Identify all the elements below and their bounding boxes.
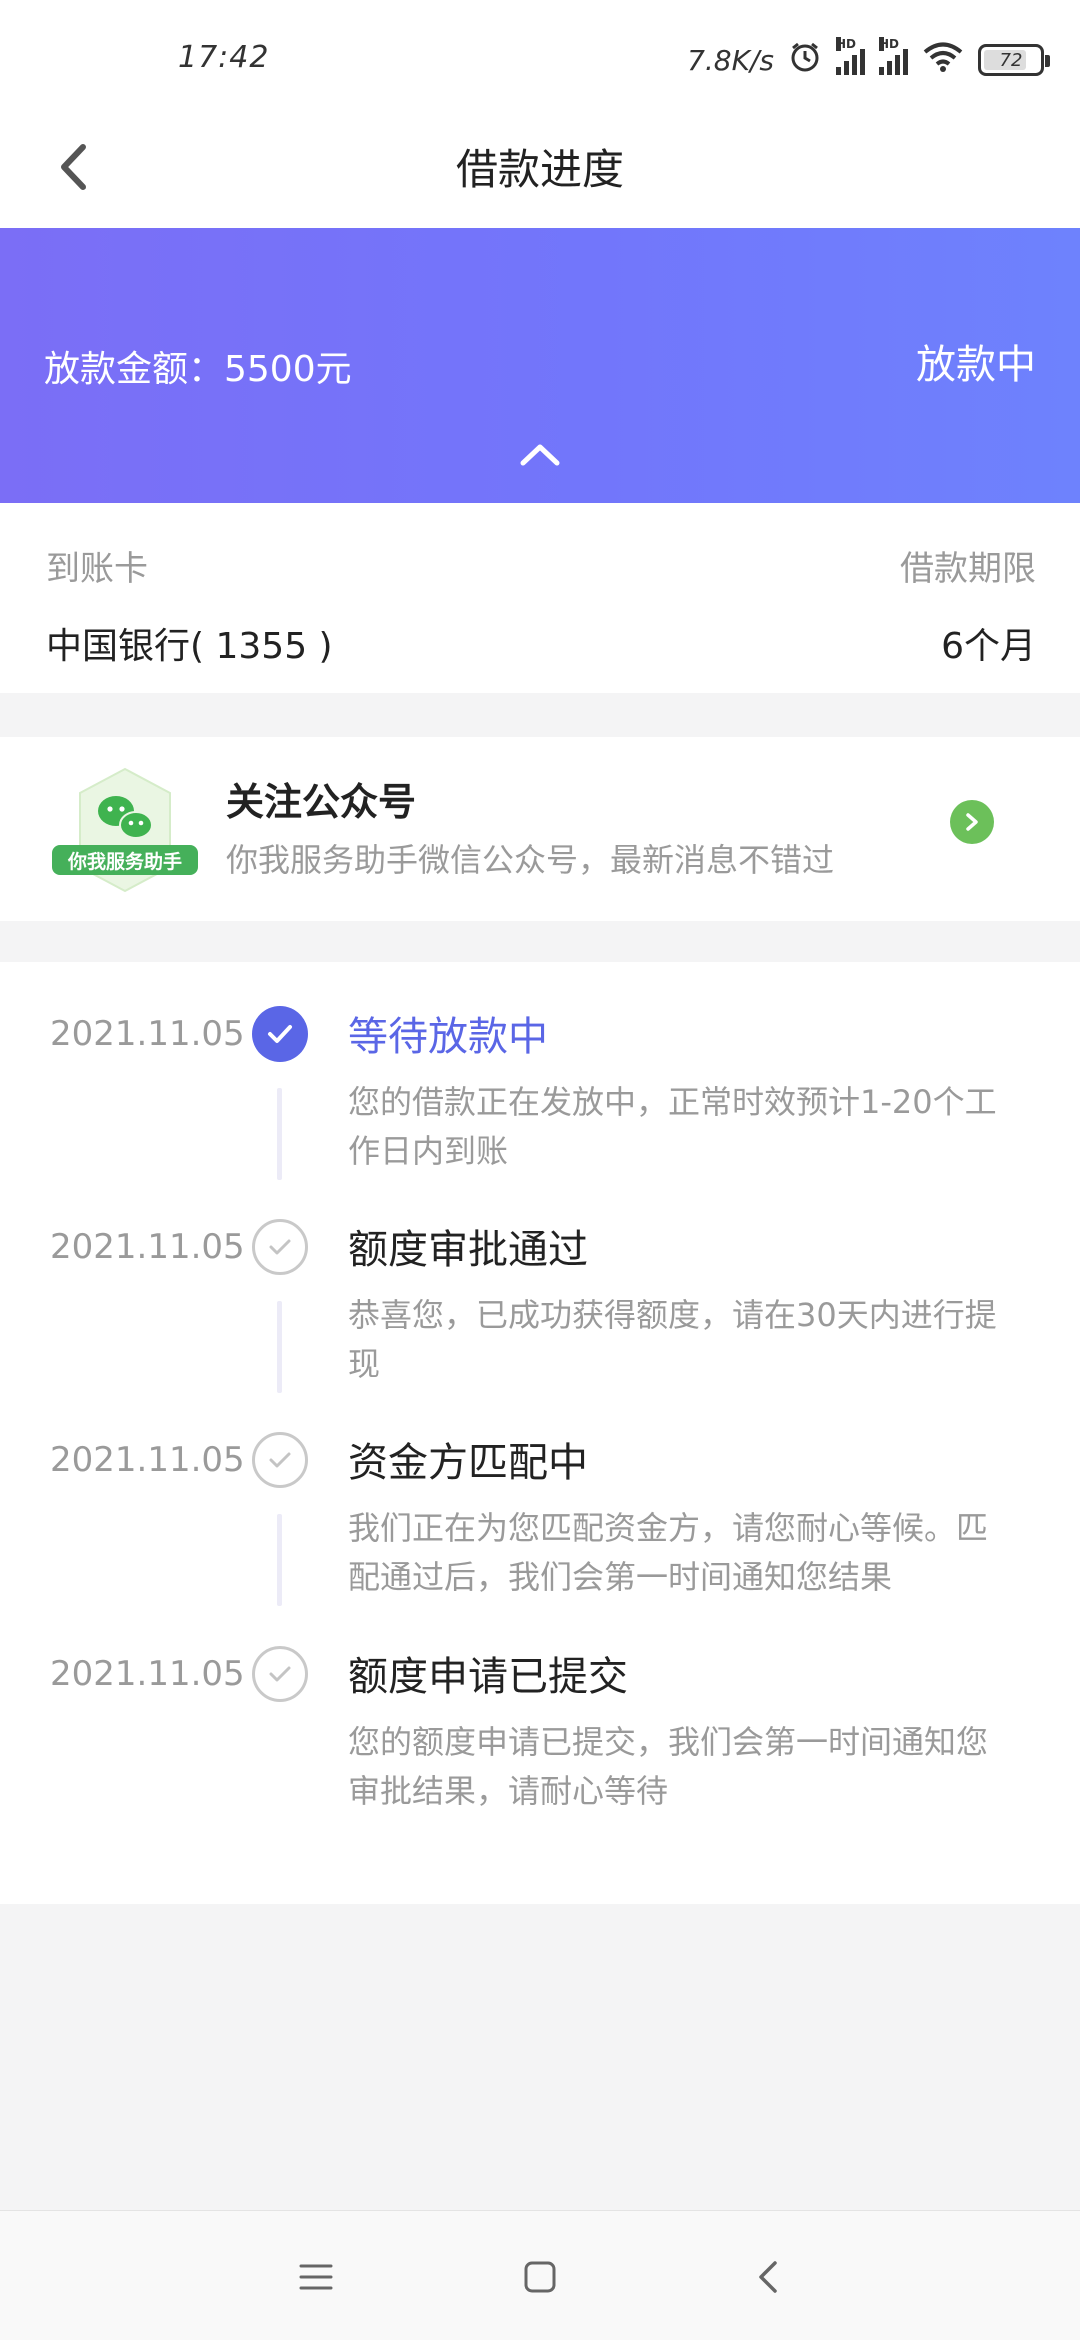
system-nav-bar (0, 2210, 1080, 2340)
timeline-date: 2021.11.05 (50, 1014, 245, 1054)
follow-title: 关注公众号 (226, 780, 417, 824)
timeline-connector (277, 1514, 282, 1606)
progress-timeline: 2021.11.05 等待放款中 您的借款正在发放中，正常时效预计1-20个工作… (0, 962, 1080, 1904)
status-time: 17:42 (178, 40, 270, 75)
loan-progress-screen: 17:42 7.8K/s HD HD 72 借款进度 放款金额：5500元 放款… (0, 0, 1080, 2340)
system-back-button[interactable] (738, 2247, 798, 2307)
timeline-date: 2021.11.05 (50, 1654, 245, 1694)
timeline-title: 额度申请已提交 (348, 1654, 628, 1700)
term-label: 借款期限 (900, 549, 1036, 589)
timeline-date: 2021.11.05 (50, 1227, 245, 1267)
card-label: 到账卡 (46, 549, 148, 589)
timeline-description: 您的额度申请已提交，我们会第一时间通知您审批结果，请耐心等待 (348, 1723, 989, 1810)
chevron-right-icon (966, 813, 978, 831)
go-button[interactable] (950, 800, 994, 844)
timeline-description: 我们正在为您匹配资金方，请您耐心等候。匹配通过后，我们会第一时间通知您结果 (348, 1509, 989, 1596)
disbursement-amount: 放款金额：5500元 (44, 349, 352, 390)
timeline-title: 额度审批通过 (348, 1227, 588, 1273)
service-assistant-logo: 你我服务助手 (50, 767, 200, 893)
battery-level: 72 (999, 49, 1023, 71)
timeline-description: 恭喜您，已成功获得额度，请在30天内进行提现 (348, 1296, 997, 1383)
timeline-connector (277, 1088, 282, 1180)
net-speed: 7.8K/s (687, 43, 774, 77)
term-value: 6个月 (941, 626, 1036, 667)
check-circle-outline-icon (252, 1432, 308, 1488)
status-bar: 17:42 7.8K/s HD HD 72 (0, 0, 1080, 112)
signal-hd-icon: HD (879, 37, 908, 75)
battery-icon: 72 (978, 44, 1050, 76)
disbursement-status: 放款中 (916, 342, 1036, 388)
collapse-button[interactable] (510, 434, 570, 474)
menu-icon (299, 2264, 333, 2290)
square-home-icon (524, 2261, 556, 2293)
triangle-back-icon (759, 2261, 777, 2293)
home-button[interactable] (510, 2247, 570, 2307)
signal-hd-icon: HD (836, 37, 865, 75)
timeline-title: 资金方匹配中 (348, 1440, 588, 1486)
timeline-title: 等待放款中 (348, 1014, 548, 1060)
wifi-icon (922, 41, 964, 80)
loan-banner: 放款金额：5500元 放款中 (0, 228, 1080, 503)
follow-official-account-card[interactable]: 你我服务助手 关注公众号 你我服务助手微信公众号，最新消息不错过 (0, 737, 1080, 921)
menu-button[interactable] (286, 2247, 346, 2307)
card-value: 中国银行( 1355 ) (46, 626, 333, 667)
chevron-up-icon (520, 444, 560, 466)
timeline-date: 2021.11.05 (50, 1440, 245, 1480)
logo-label: 你我服务助手 (67, 851, 182, 873)
page-title: 借款进度 (455, 145, 624, 194)
timeline-description: 您的借款正在发放中，正常时效预计1-20个工作日内到账 (348, 1083, 997, 1170)
check-circle-outline-icon (252, 1219, 308, 1275)
follow-description: 你我服务助手微信公众号，最新消息不错过 (226, 841, 835, 879)
nav-bar: 借款进度 (0, 112, 1080, 228)
check-circle-outline-icon (252, 1646, 308, 1702)
loan-info: 到账卡 借款期限 中国银行( 1355 ) 6个月 (0, 503, 1080, 693)
alarm-icon (788, 40, 822, 81)
timeline-connector (277, 1301, 282, 1393)
status-icons: 7.8K/s HD HD 72 (687, 37, 1050, 82)
check-circle-icon (252, 1006, 308, 1062)
